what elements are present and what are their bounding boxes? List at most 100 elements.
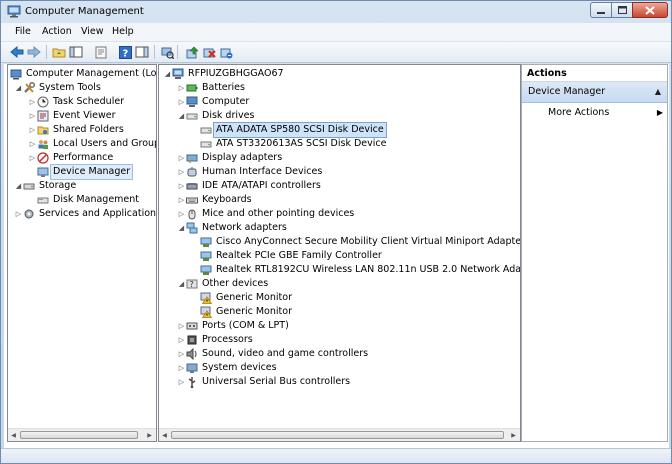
tree-root-computer-management[interactable]: Computer Management (Local [10,67,156,81]
device-item[interactable]: ATA ADATA SP580 SCSI Disk Device [191,122,387,138]
device-category-display-adapters[interactable]: ▷ Display adapters [177,151,282,165]
collapse-up-icon[interactable]: ▲ [655,82,661,102]
expand-arrow-icon[interactable] [191,263,200,277]
expand-arrow-icon[interactable]: ▷ [14,207,23,221]
device-category-keyboards[interactable]: ▷ Keyboards [177,193,252,207]
device-category-system-devices[interactable]: ▷ System devices [177,361,277,375]
device-category-computer[interactable]: ▷ Computer [177,95,249,109]
device-category-ports-com-lpt-[interactable]: ▷ Ports (COM & LPT) [177,319,289,333]
menu-view[interactable]: View [81,26,104,37]
expand-arrow-icon[interactable] [191,305,200,319]
menu-action[interactable]: Action [42,26,72,37]
expand-arrow-icon[interactable]: ▷ [177,95,186,109]
actions-section-device-manager[interactable]: Device Manager ▲ [522,82,667,103]
device-category-mice-and-other-pointing-devices[interactable]: ▷ Mice and other pointing devices [177,207,354,221]
expand-arrow-icon[interactable]: ▷ [177,375,186,389]
device-category-ide-ata-atapi-controllers[interactable]: ▷ IDE ATA/ATAPI controllers [177,179,321,193]
expand-arrow-icon[interactable]: ▷ [177,347,186,361]
scrollbar-thumb[interactable] [171,431,504,439]
scroll-left-arrow-icon[interactable]: ◀ [9,431,18,440]
minimize-button[interactable] [590,2,612,18]
expand-arrow-icon[interactable]: ▷ [28,109,37,123]
expand-arrow-icon[interactable]: ▷ [177,319,186,333]
tree-item-label: Computer [202,96,250,107]
title-bar[interactable]: Computer Management [1,1,671,23]
expand-arrow-icon[interactable]: ▷ [177,179,186,193]
sidebar-item-local-users-and-groups[interactable]: ▷ Local Users and Groups [28,137,156,151]
more-actions-item[interactable]: More Actions ▶ [548,105,663,121]
device-item[interactable]: Generic Monitor [191,291,292,305]
collapse-arrow-icon[interactable]: ◢ [177,221,186,235]
collapse-arrow-icon[interactable]: ◢ [177,109,186,123]
expand-arrow-icon[interactable]: ▷ [28,123,37,137]
sidebar-item-storage[interactable]: ◢ Storage [14,179,76,193]
expand-arrow-icon[interactable] [28,165,37,179]
device-item[interactable]: Realtek PCIe GBE Family Controller [191,249,382,263]
collapse-arrow-icon[interactable]: ◢ [14,81,23,95]
update-driver-icon[interactable] [184,44,200,60]
device-category-disk-drives[interactable]: ◢ Disk drives [177,109,255,123]
sidebar-item-task-scheduler[interactable]: ▷ Task Scheduler [28,95,124,109]
scroll-right-arrow-icon[interactable]: ▶ [145,431,154,440]
sidebar-item-shared-folders[interactable]: ▷ Shared Folders [28,123,124,137]
sidebar-item-performance[interactable]: ▷ Performance [28,151,113,165]
scroll-left-arrow-icon[interactable]: ◀ [160,431,169,440]
expand-arrow-icon[interactable]: ▷ [28,151,37,165]
device-item[interactable]: Generic Monitor [191,305,292,319]
expand-arrow-icon[interactable]: ▷ [28,137,37,151]
device-category-sound-video-and-game-controllers[interactable]: ▷ Sound, video and game controllers [177,347,368,361]
expand-arrow-icon[interactable]: ▷ [177,81,186,95]
show-hide-action-pane-icon[interactable] [134,44,150,60]
device-item[interactable]: Realtek RTL8192CU Wireless LAN 802.11n U… [191,263,520,277]
disable-device-icon[interactable] [201,44,217,60]
up-folder-icon[interactable] [51,44,67,60]
expand-arrow-icon[interactable] [191,249,200,263]
back-icon[interactable] [9,44,25,60]
forward-icon[interactable] [26,44,42,60]
device-category-universal-serial-bus-controllers[interactable]: ▷ Universal Serial Bus controllers [177,375,350,389]
maximize-button[interactable] [611,2,633,18]
sidebar-item-device-manager[interactable]: Device Manager [28,164,134,180]
device-category-other-devices[interactable]: ◢? Other devices [177,277,268,291]
expand-arrow-icon[interactable]: ▷ [177,333,186,347]
properties-icon[interactable] [93,44,109,60]
help-icon[interactable]: ? [117,44,133,60]
expand-arrow-icon[interactable]: ▷ [177,207,186,221]
expand-arrow-icon[interactable]: ▷ [177,151,186,165]
device-category-human-interface-devices[interactable]: ▷ Human Interface Devices [177,165,322,179]
menu-help[interactable]: Help [112,26,134,37]
expand-arrow-icon[interactable] [191,235,200,249]
collapse-arrow-icon[interactable]: ◢ [177,277,186,291]
collapse-arrow-icon[interactable]: ◢ [163,67,172,81]
tree-item-label: Network adapters [202,222,287,233]
device-item[interactable]: ATA ST3320613AS SCSI Disk Device [191,137,386,151]
show-hide-console-tree-icon[interactable] [68,44,84,60]
device-tree-horizontal-scrollbar[interactable]: ◀ ▶ [159,428,520,441]
expand-arrow-icon[interactable] [191,137,200,151]
console-tree-horizontal-scrollbar[interactable]: ◀ ▶ [8,428,156,441]
expand-arrow-icon[interactable]: ▷ [28,95,37,109]
expand-arrow-icon[interactable] [191,291,200,305]
uninstall-icon[interactable] [218,44,234,60]
collapse-arrow-icon[interactable]: ◢ [14,179,23,193]
scroll-right-arrow-icon[interactable]: ▶ [509,431,518,440]
device-category-network-adapters[interactable]: ◢ Network adapters [177,221,287,235]
expand-arrow-icon[interactable]: ▷ [177,361,186,375]
device-item[interactable]: Cisco AnyConnect Secure Mobility Client … [191,235,520,249]
expand-arrow-icon[interactable]: ▷ [177,165,186,179]
expand-arrow-icon[interactable] [28,193,37,207]
expand-arrow-icon[interactable]: ▷ [177,193,186,207]
close-button[interactable] [632,2,668,18]
scan-hardware-icon[interactable] [159,44,175,60]
scrollbar-thumb[interactable] [20,431,138,439]
device-category-batteries[interactable]: ▷ Batteries [177,81,245,95]
tree-root-computer[interactable]: ◢ RFPIUZGBHGGAO67 [163,67,284,81]
device-category-processors[interactable]: ▷ Processors [177,333,253,347]
computer-management-window: Computer Management File Action View Hel… [0,0,672,464]
menu-file[interactable]: File [15,26,31,37]
sidebar-item-services-and-applications[interactable]: ▷ Services and Applications [14,207,156,221]
sidebar-item-disk-management[interactable]: Disk Management [28,193,139,207]
sidebar-item-event-viewer[interactable]: ▷ Event Viewer [28,109,116,123]
sidebar-item-system-tools[interactable]: ◢ System Tools [14,81,101,95]
expand-arrow-icon[interactable] [191,123,200,137]
